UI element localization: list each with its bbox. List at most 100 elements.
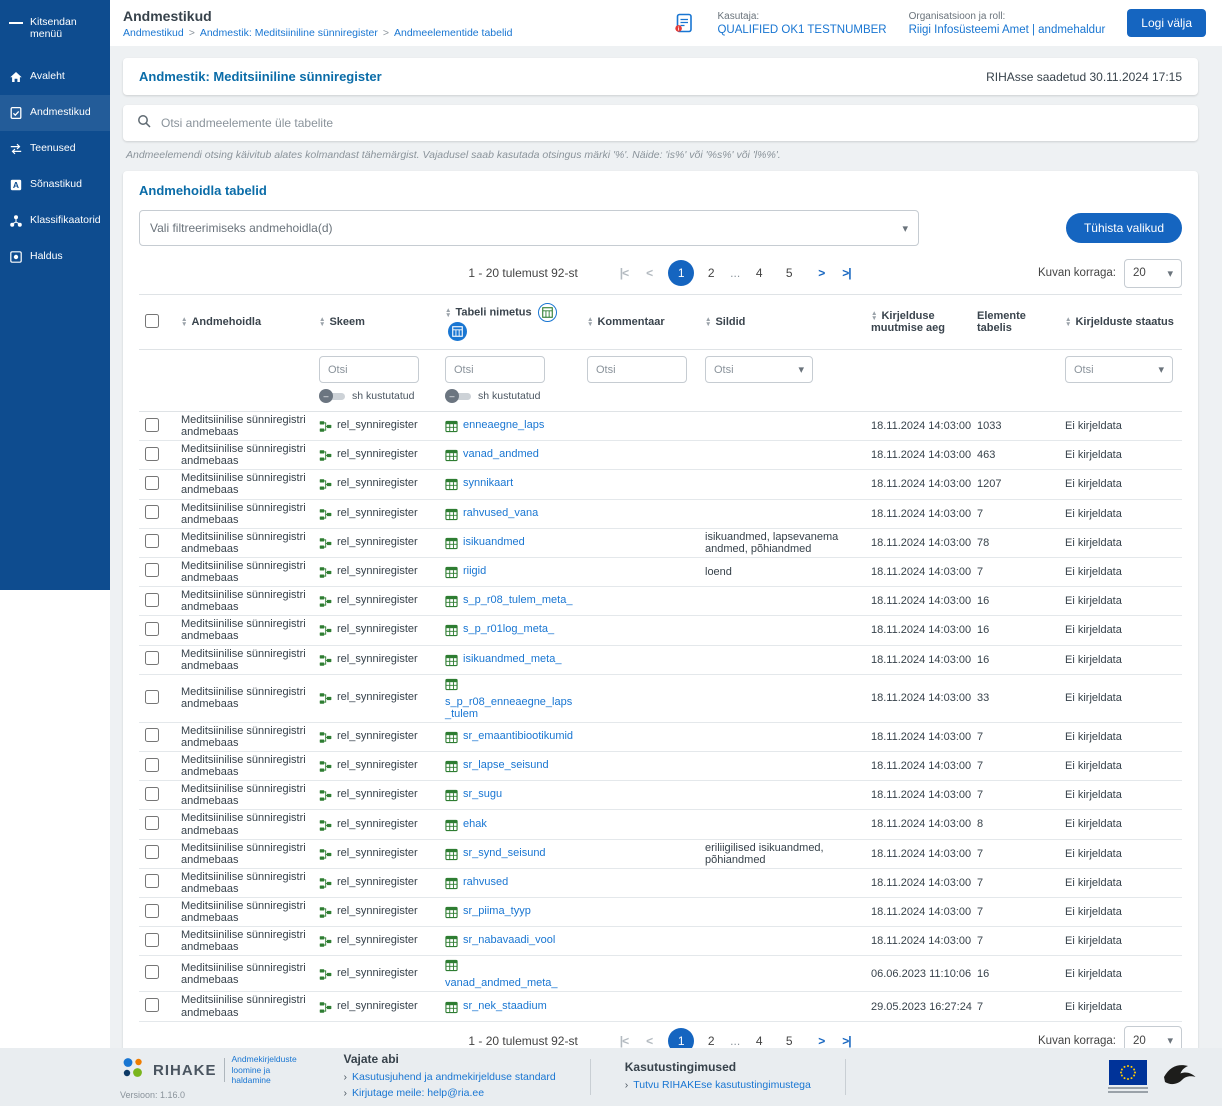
select-all-checkbox[interactable] — [145, 313, 159, 328]
table-link[interactable]: sr_nabavaadi_vool — [463, 934, 555, 946]
sidebar-item-haldus[interactable]: Haldus — [0, 239, 110, 275]
sidebar-item-teenused[interactable]: Teenused — [0, 131, 110, 167]
row-checkbox[interactable] — [145, 815, 159, 830]
contact-card-icon[interactable]: i — [673, 12, 695, 34]
col-skeem[interactable]: Skeem — [329, 316, 364, 328]
row-checkbox[interactable] — [145, 621, 159, 636]
sidebar-item-sonastikud[interactable]: A Sõnastikud — [0, 167, 110, 203]
table-view-icon[interactable] — [537, 303, 557, 322]
col-sildid[interactable]: Sildid — [715, 316, 745, 328]
sort-icon[interactable] — [871, 311, 877, 321]
table-link[interactable]: sr_emaantibiootikumid — [463, 730, 573, 742]
row-checkbox[interactable] — [145, 446, 159, 461]
sort-icon[interactable] — [445, 308, 451, 318]
footer-link[interactable]: Kasutusjuhend ja andmekirjelduse standar… — [344, 1070, 556, 1086]
pager-last-button[interactable] — [840, 266, 852, 280]
row-checkbox[interactable] — [145, 651, 159, 666]
table-link[interactable]: enneaegne_laps — [463, 419, 544, 431]
pager-first-button[interactable] — [618, 1034, 630, 1048]
row-checkbox[interactable] — [145, 845, 159, 860]
staatus-filter-select[interactable]: Otsi — [1065, 356, 1173, 383]
pager-next-button[interactable] — [816, 1034, 826, 1048]
row-checkbox[interactable] — [145, 592, 159, 607]
tabel-cell: vanad_andmed — [439, 440, 581, 471]
pager-page-5[interactable]: 5 — [776, 260, 802, 286]
sidebar-item-andmestikud[interactable]: Andmestikud — [0, 95, 110, 132]
table-link[interactable]: isikuandmed — [463, 536, 525, 548]
pager-prev-button[interactable] — [644, 266, 654, 280]
row-checkbox[interactable] — [145, 728, 159, 743]
row-checkbox[interactable] — [145, 417, 159, 432]
logout-button[interactable]: Logi välja — [1127, 9, 1206, 37]
sort-icon[interactable] — [705, 317, 711, 327]
skeem-deleted-toggle[interactable]: sh kustutatud — [319, 389, 433, 403]
sidebar-item-klassifikaatorid[interactable]: Klassifikaatorid — [0, 203, 110, 239]
table-link[interactable]: s_p_r08_enneaegne_laps_tulem — [445, 696, 575, 720]
sort-icon[interactable] — [587, 317, 593, 327]
table-link[interactable]: sr_nek_staadium — [463, 1000, 547, 1012]
table-link[interactable]: rahvused_vana — [463, 507, 538, 519]
sort-icon[interactable] — [319, 317, 325, 327]
row-checkbox[interactable] — [145, 757, 159, 772]
table-link[interactable]: rahvused — [463, 876, 508, 888]
elemente-cell: 7 — [971, 897, 1059, 928]
tabel-deleted-toggle[interactable]: sh kustutatud — [445, 389, 575, 403]
footer-link[interactable]: Kirjutage meile: help@ria.ee — [344, 1086, 556, 1102]
sort-icon[interactable] — [181, 317, 187, 327]
pager-page-2[interactable]: 2 — [698, 260, 724, 286]
skeem-filter-input[interactable] — [319, 356, 419, 383]
row-checkbox[interactable] — [145, 903, 159, 918]
row-checkbox[interactable] — [145, 932, 159, 947]
pager-next-button[interactable] — [816, 266, 826, 280]
row-checkbox[interactable] — [145, 534, 159, 549]
sort-icon[interactable] — [1065, 317, 1071, 327]
sidebar-collapse[interactable]: Kitsendan menüü — [0, 6, 110, 51]
table-link[interactable]: s_p_r08_tulem_meta_ — [463, 594, 572, 606]
pager-prev-button[interactable] — [644, 1034, 654, 1048]
pager-page-4[interactable]: 4 — [746, 260, 772, 286]
row-checkbox[interactable] — [145, 563, 159, 578]
kommentaar-filter-input[interactable] — [587, 356, 687, 383]
col-andmehoidla[interactable]: Andmehoidla — [191, 316, 261, 328]
pager-first-button[interactable] — [618, 266, 630, 280]
row-checkbox[interactable] — [145, 475, 159, 490]
row-checkbox[interactable] — [145, 965, 159, 980]
sidebar-item-avaleht[interactable]: Avaleht — [0, 59, 110, 95]
table-view-alt-icon[interactable] — [448, 322, 467, 341]
pager-page-1[interactable]: 1 — [668, 260, 695, 286]
tabel-filter-input[interactable] — [445, 356, 545, 383]
row-checkbox[interactable] — [145, 998, 159, 1013]
skeem-cell: rel_synniregister — [313, 586, 439, 617]
table-link[interactable]: isikuandmed_meta_ — [463, 653, 561, 665]
sildid-filter-select[interactable]: Otsi — [705, 356, 813, 383]
table-link[interactable]: sr_sugu — [463, 788, 502, 800]
datastore-filter-select[interactable]: Vali filtreerimiseks andmehoidla(d) — [139, 210, 919, 246]
row-checkbox[interactable] — [145, 505, 159, 520]
breadcrumb-link[interactable]: Andmeelementide tabelid — [394, 27, 513, 39]
row-checkbox[interactable] — [145, 874, 159, 889]
table-link[interactable]: riigid — [463, 565, 486, 577]
pager-last-button[interactable] — [840, 1034, 852, 1048]
table-link[interactable]: sr_lapse_seisund — [463, 759, 549, 771]
table-link[interactable]: s_p_r01log_meta_ — [463, 623, 554, 635]
per-page-select[interactable]: 20 — [1124, 258, 1182, 288]
table-link[interactable]: synnikaart — [463, 477, 513, 489]
col-kirjelduste-staatus[interactable]: Kirjelduste staatus — [1075, 316, 1173, 328]
clear-selection-button[interactable]: Tühista valikud — [1065, 213, 1182, 243]
col-kommentaar[interactable]: Kommentaar — [597, 316, 664, 328]
breadcrumb-link[interactable]: Andmestik: Meditsiiniline sünniregister — [200, 27, 378, 39]
footer-link[interactable]: Tutvu RIHAKEse kasutustingimustega — [625, 1078, 811, 1094]
element-search-input[interactable] — [161, 116, 1184, 130]
table-link[interactable]: vanad_andmed_meta_ — [445, 977, 558, 989]
skeem-value: rel_synniregister — [337, 817, 418, 830]
col-muutmise-aeg[interactable]: Kirjelduse muutmise aeg — [871, 310, 945, 334]
table-link[interactable]: ehak — [463, 818, 487, 830]
breadcrumb-link[interactable]: Andmestikud — [123, 27, 184, 39]
col-tabeli-nimetus[interactable]: Tabeli nimetus — [455, 306, 531, 318]
table-link[interactable]: sr_piima_tyyp — [463, 905, 531, 917]
skeem-value: rel_synniregister — [337, 652, 418, 665]
row-checkbox[interactable] — [145, 689, 159, 704]
table-link[interactable]: sr_synd_seisund — [463, 847, 546, 859]
row-checkbox[interactable] — [145, 786, 159, 801]
table-link[interactable]: vanad_andmed — [463, 448, 539, 460]
